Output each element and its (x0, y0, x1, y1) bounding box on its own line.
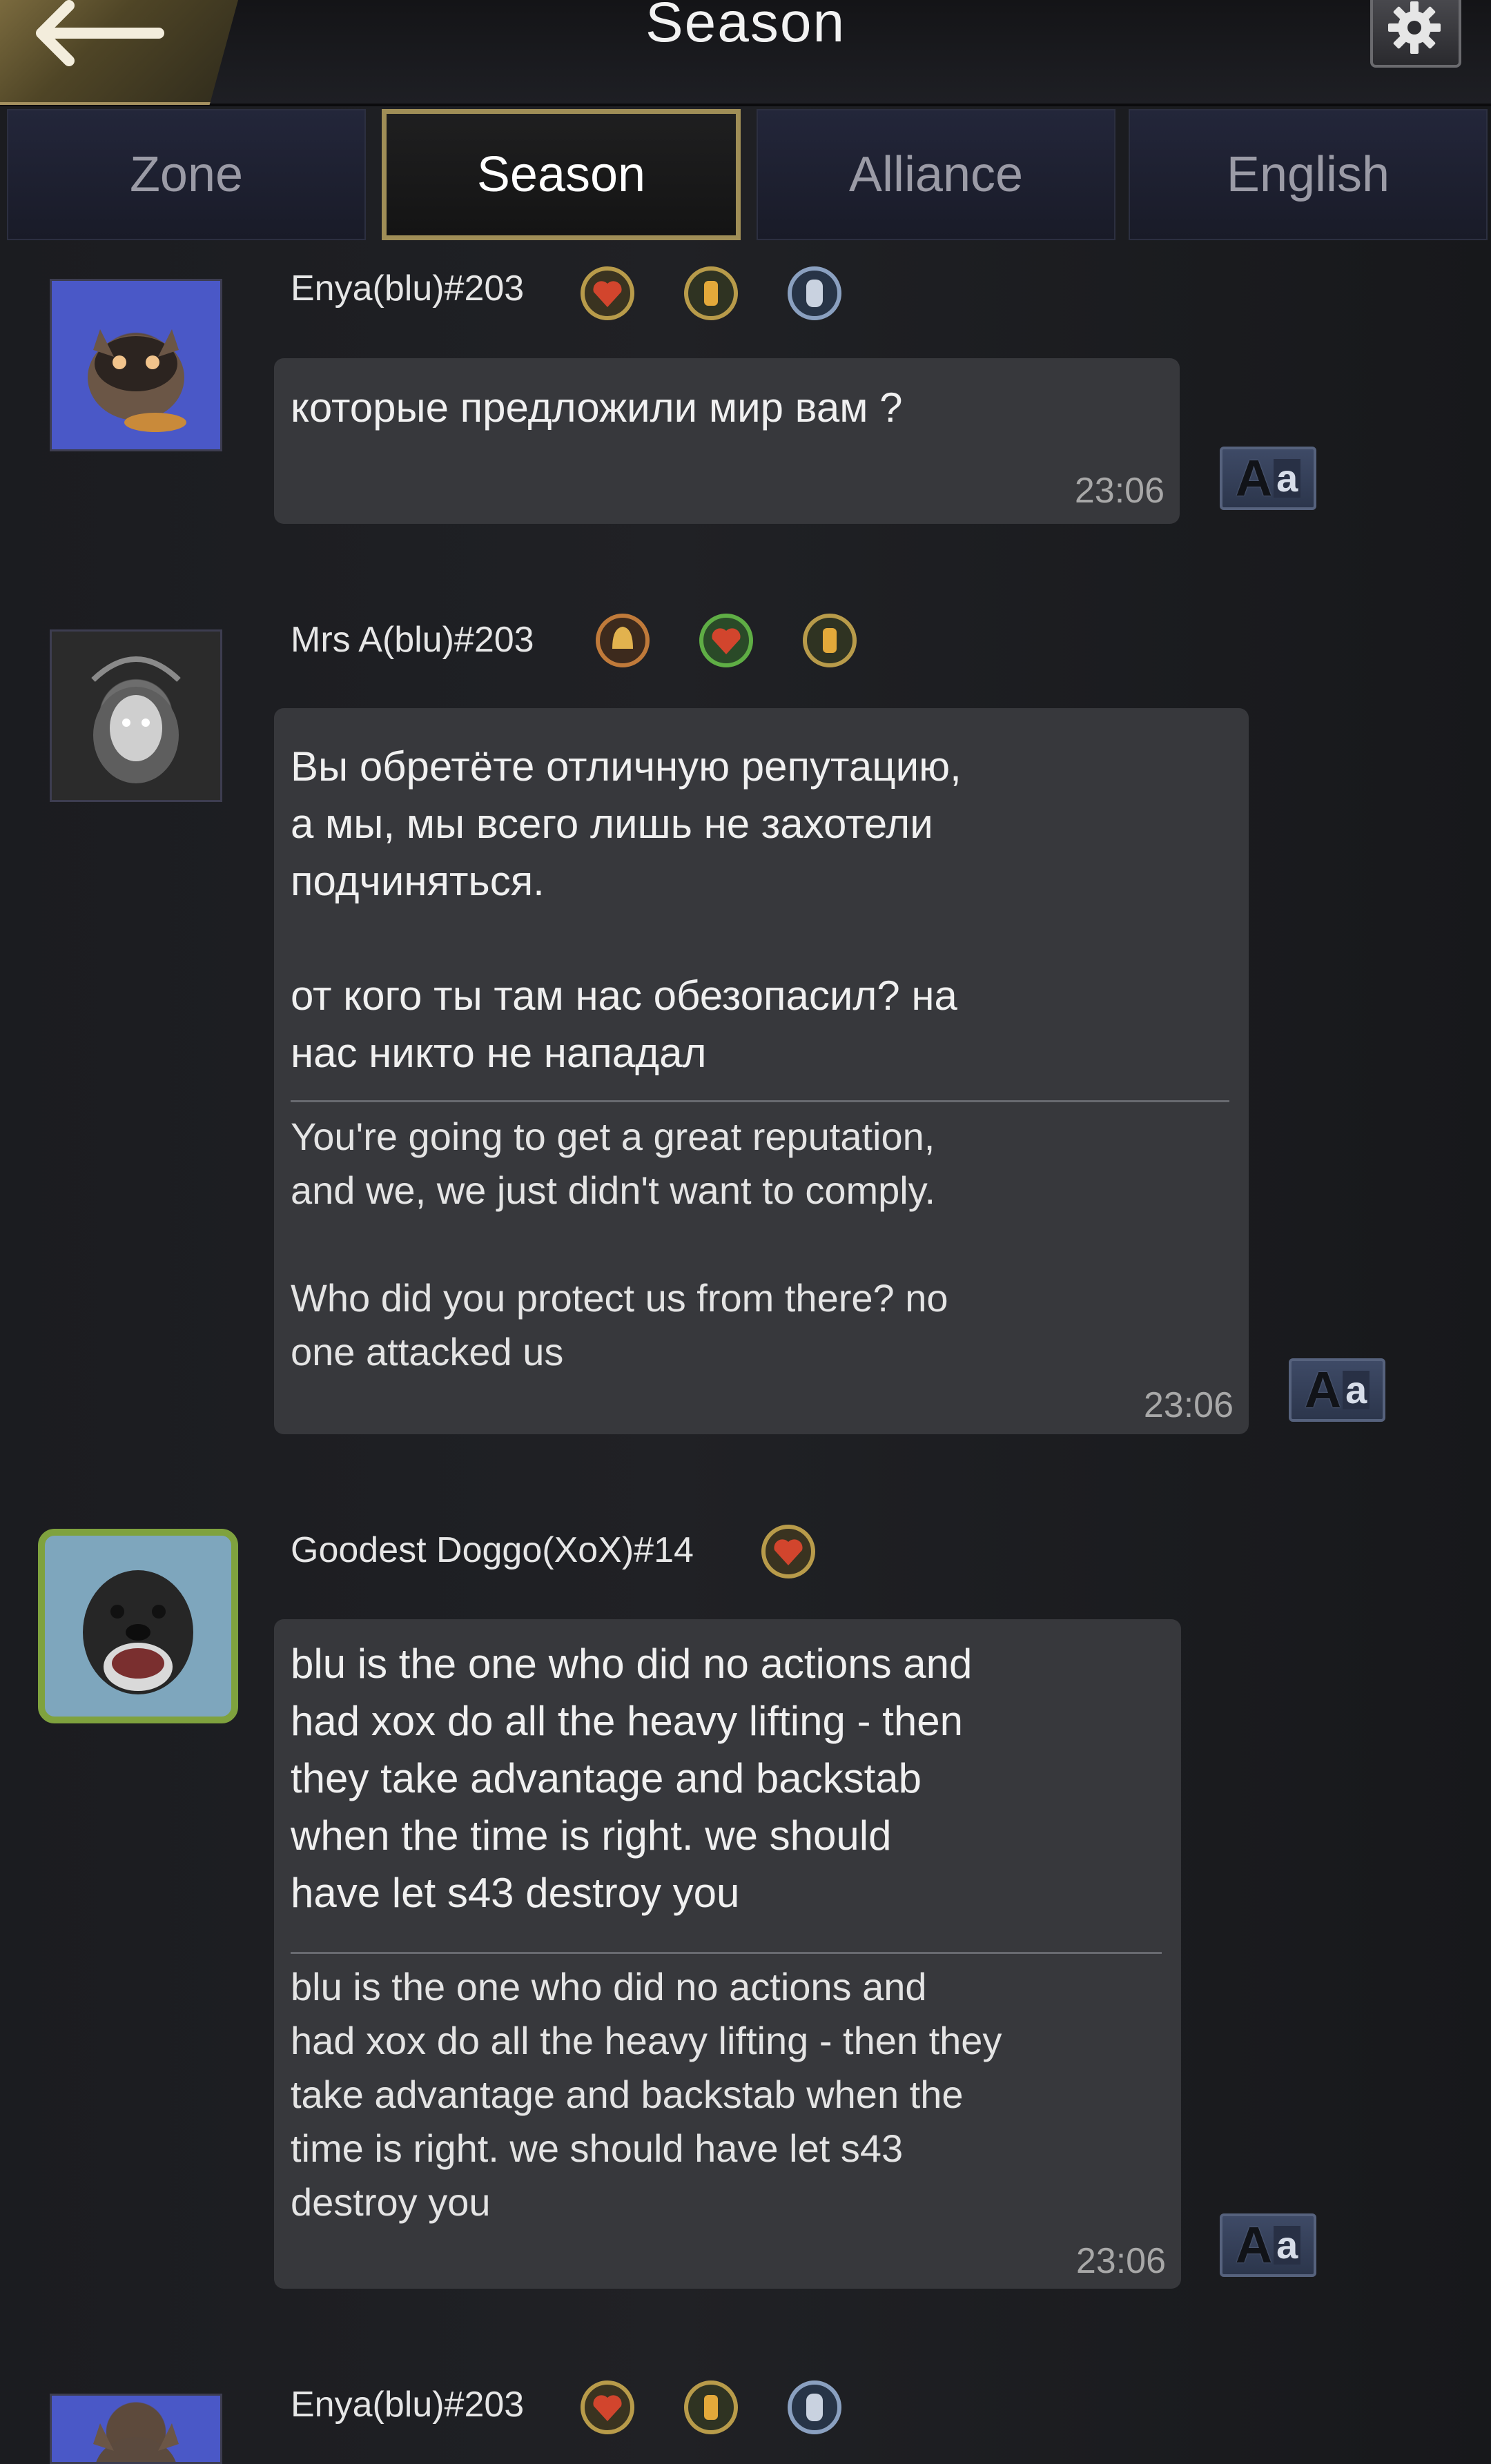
lantern-badge-icon (684, 2380, 738, 2434)
header-bar: Season (0, 0, 1491, 106)
translate-button[interactable]: Aa (1220, 447, 1316, 510)
tab-english[interactable]: English (1129, 109, 1488, 240)
translate-button[interactable]: Aa (1289, 1358, 1385, 1422)
message-text: blu is the one who did no actions and ha… (291, 1641, 973, 1916)
lantern-badge-icon (803, 614, 857, 667)
translate-icon-big: A (1235, 449, 1273, 507)
translate-icon-small: a (1343, 1371, 1370, 1409)
translate-icon-big: A (1304, 1361, 1342, 1418)
raccoon-avatar-icon (88, 329, 186, 432)
lantern-badge-icon (684, 266, 738, 320)
username[interactable]: Mrs A(blu)#203 (291, 619, 534, 661)
settings-button[interactable] (1370, 0, 1461, 68)
channel-tabs: Zone Season Alliance English (7, 109, 1488, 244)
translation-divider (291, 1952, 1162, 1954)
raccoon-avatar-icon (93, 2423, 179, 2462)
translation-text: You're going to get a great reputation, … (291, 1115, 948, 1373)
heart-shield-badge-icon (761, 1525, 815, 1578)
avatar[interactable] (50, 279, 222, 451)
message-text: которые предложили мир вам ? (291, 384, 903, 431)
tab-season[interactable]: Season (382, 109, 741, 240)
gear-icon (1388, 1, 1441, 54)
message-bubble: которые предложили мир вам ? 23:06 (274, 358, 1180, 524)
translate-icon-small: a (1274, 2226, 1301, 2265)
translate-icon-small: a (1274, 459, 1301, 498)
clover-heart-badge-icon (699, 614, 753, 667)
timestamp: 23:06 (1075, 2241, 1166, 2281)
tab-zone[interactable]: Zone (7, 109, 366, 240)
timestamp: 23:06 (1143, 1385, 1234, 1425)
bell-badge-icon (596, 614, 650, 667)
translate-icon-big: A (1235, 2216, 1273, 2274)
message-bubble: blu is the one who did no actions and ha… (274, 1619, 1181, 2289)
dog-avatar-icon (83, 1570, 193, 1694)
translation-divider (291, 1100, 1229, 1102)
knight-badge-icon (788, 2380, 841, 2434)
avatar[interactable] (50, 2394, 222, 2464)
heart-shield-badge-icon (581, 266, 634, 320)
message-bubble: Вы обретёте отличную репутацию, а мы, мы… (274, 708, 1249, 1434)
translate-button[interactable]: Aa (1220, 2213, 1316, 2277)
avatar[interactable] (38, 1529, 238, 1723)
username[interactable]: Goodest Doggo(XoX)#14 (291, 1529, 694, 1571)
translation-text: blu is the one who did no actions and ha… (291, 1965, 1002, 2224)
tab-alliance[interactable]: Alliance (757, 109, 1115, 240)
avatar[interactable] (50, 629, 222, 802)
message-text: Вы обретёте отличную репутацию, а мы, мы… (291, 743, 962, 1076)
timestamp: 23:06 (1074, 471, 1164, 511)
dark-woman-avatar-icon (91, 656, 181, 783)
knight-badge-icon (788, 266, 841, 320)
username[interactable]: Enya(blu)#203 (291, 268, 524, 309)
heart-shield-badge-icon (581, 2380, 634, 2434)
page-title: Season (645, 0, 846, 54)
username[interactable]: Enya(blu)#203 (291, 2384, 524, 2425)
